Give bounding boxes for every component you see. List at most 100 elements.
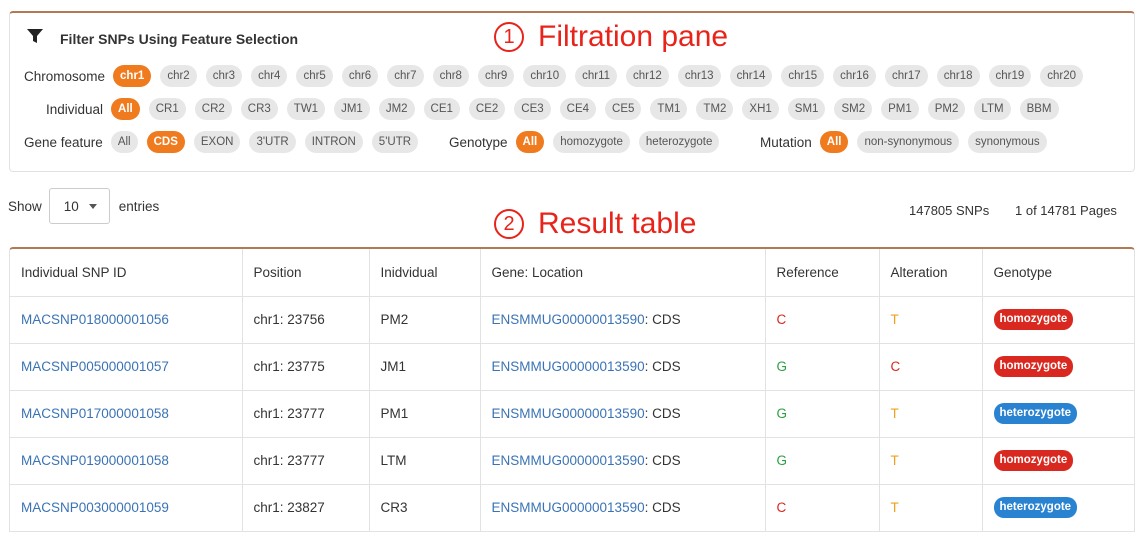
column-header[interactable]: Individual SNP ID	[10, 249, 243, 297]
genotype-badge: homozygote	[993, 356, 1074, 377]
chromosome-chip[interactable]: chr5	[296, 65, 333, 87]
table-row: MACSNP017000001058 chr1: 23777 PM1 ENSMMUG0…	[10, 390, 1134, 438]
individual-chip[interactable]: CR2	[194, 98, 232, 120]
individual-chip[interactable]: CE2	[468, 98, 506, 120]
chromosome-chips: chr1 chr2 chr3 chr4 chr5 chr6 chr7 chr8 chr9 chr1…	[113, 65, 1092, 87]
chromosome-chip[interactable]: chr12	[626, 65, 669, 87]
chromosome-chip[interactable]: chr15	[781, 65, 825, 87]
individual-chip[interactable]: CR1	[148, 98, 186, 120]
genotype-badge: heterozygote	[993, 497, 1078, 518]
individual-chip[interactable]: LTM	[974, 98, 1011, 120]
individual-chip[interactable]: PM1	[881, 98, 919, 120]
genotype-chip[interactable]: heterozygote	[638, 131, 720, 153]
entries-value: 10	[63, 198, 79, 214]
panel-header: Filter SNPs Using Feature Selection	[26, 27, 298, 50]
alteration-base: C	[890, 359, 901, 374]
genotype-chip[interactable]: homozygote	[553, 131, 630, 153]
individual-chip[interactable]: JM2	[378, 98, 415, 120]
genotype-chips: All homozygote heterozygote	[515, 131, 729, 153]
show-label: Show	[8, 198, 42, 214]
entries-select[interactable]: 10	[48, 188, 110, 224]
individual-chip[interactable]: XH1	[742, 98, 779, 120]
column-header[interactable]: Position	[242, 249, 370, 297]
individual-chip[interactable]: BBM	[1019, 98, 1059, 120]
individual-chip[interactable]: All	[111, 98, 140, 120]
individual-chip[interactable]: CE5	[605, 98, 642, 120]
mutation-chip[interactable]: non-synonymous	[857, 131, 960, 153]
table-row: MACSNP003000001059 chr1: 23827 CR3 ENSMMUG0…	[10, 484, 1134, 532]
gene-location: : CDS	[644, 359, 681, 374]
table-header-row: Individual SNP ID Position Inidvidual Ge…	[10, 249, 1134, 297]
column-header[interactable]: Alteration	[879, 249, 983, 297]
chromosome-chip[interactable]: chr18	[936, 65, 980, 87]
snp-id-link[interactable]: MACSNP003000001059	[21, 500, 169, 515]
gene-feature-chip[interactable]: INTRON	[304, 131, 363, 153]
chromosome-chip[interactable]: chr1	[113, 65, 152, 87]
gene-feature-chip[interactable]: CDS	[146, 131, 185, 153]
chromosome-chip[interactable]: chr17	[884, 65, 928, 87]
chromosome-chip[interactable]: chr10	[523, 65, 567, 87]
individual-chip[interactable]: JM1	[334, 98, 370, 120]
chromosome-chip[interactable]: chr11	[575, 65, 618, 87]
column-header[interactable]: Reference	[765, 249, 880, 297]
mutation-chip[interactable]: synonymous	[968, 131, 1047, 153]
chromosome-label: Chromosome	[24, 68, 106, 84]
gene-link[interactable]: ENSMMUG00000013590	[492, 500, 645, 515]
individual-chip[interactable]: SM2	[834, 98, 873, 120]
individual-chip[interactable]: CE1	[423, 98, 460, 120]
column-header[interactable]: Inidvidual	[369, 249, 481, 297]
alteration-base: T	[890, 312, 899, 327]
individual-label: Individual	[46, 101, 104, 117]
chromosome-chip[interactable]: chr4	[251, 65, 288, 87]
result-table-annotation: 2 Result table	[494, 207, 696, 241]
gene-location: : CDS	[644, 453, 681, 468]
snp-id-link[interactable]: MACSNP019000001058	[21, 453, 169, 468]
chromosome-chip[interactable]: chr14	[729, 65, 773, 87]
page-info: 1 of 14781 Pages	[1015, 203, 1117, 218]
individual-chip[interactable]: CE3	[514, 98, 551, 120]
chromosome-chip[interactable]: chr6	[341, 65, 379, 87]
table-row: MACSNP019000001058 chr1: 23777 LTM ENSMMUG0…	[10, 437, 1134, 485]
chromosome-chip[interactable]: chr2	[160, 65, 197, 87]
individual-chip[interactable]: SM1	[787, 98, 826, 120]
gene-feature-chips: All CDS EXON 3'UTR INTRON 5'UTR	[110, 131, 427, 153]
gene-feature-chip[interactable]: All	[110, 131, 138, 153]
gene-link[interactable]: ENSMMUG00000013590	[492, 406, 645, 421]
gene-feature-chip[interactable]: 5'UTR	[371, 131, 419, 153]
individual-filter-row: Individual All CR1 CR2 CR3 TW1 JM1 JM2 CE1 CE2 CE…	[46, 98, 1068, 120]
gene-feature-chip[interactable]: 3'UTR	[249, 131, 296, 153]
gene-link[interactable]: ENSMMUG00000013590	[492, 312, 645, 327]
snp-id-link[interactable]: MACSNP005000001057	[21, 359, 169, 374]
column-header[interactable]: Gene: Location	[480, 249, 766, 297]
filtration-pane-annotation: 1 Filtration pane	[494, 20, 728, 54]
chromosome-chip[interactable]: chr8	[432, 65, 469, 87]
individual-chip[interactable]: CE4	[559, 98, 597, 120]
individual-chip[interactable]: TM2	[696, 98, 734, 120]
gene-feature-chip[interactable]: EXON	[193, 131, 241, 153]
snp-id-link[interactable]: MACSNP018000001056	[21, 312, 169, 327]
snp-count: 147805 SNPs	[909, 203, 990, 218]
chromosome-chip[interactable]: chr9	[477, 65, 515, 87]
annotation-label: Filtration pane	[538, 20, 729, 53]
genotype-chip[interactable]: All	[515, 131, 545, 153]
individual-chip[interactable]: PM2	[927, 98, 966, 120]
chromosome-chip[interactable]: chr13	[677, 65, 721, 87]
gene-link[interactable]: ENSMMUG00000013590	[492, 453, 645, 468]
gene-feature-filter-row: Gene feature All CDS EXON 3'UTR INTRON 5'UTR	[24, 131, 427, 153]
chromosome-chip[interactable]: chr3	[205, 65, 243, 87]
chromosome-chip[interactable]: chr7	[387, 65, 424, 87]
position-cell: chr1: 23775	[253, 359, 325, 374]
column-header[interactable]: Genotype	[982, 249, 1134, 297]
chromosome-chip[interactable]: chr19	[988, 65, 1032, 87]
gene-link[interactable]: ENSMMUG00000013590	[492, 359, 645, 374]
entries-suffix: entries	[118, 198, 160, 214]
chromosome-chip[interactable]: chr20	[1040, 65, 1084, 87]
snp-id-link[interactable]: MACSNP017000001058	[21, 406, 169, 421]
individual-chip[interactable]: CR3	[240, 98, 278, 120]
reference-base: G	[776, 453, 788, 468]
reference-base: G	[776, 406, 788, 421]
individual-chip[interactable]: TM1	[650, 98, 688, 120]
mutation-chip[interactable]: All	[819, 131, 849, 153]
individual-chip[interactable]: TW1	[286, 98, 326, 120]
chromosome-chip[interactable]: chr16	[833, 65, 876, 87]
